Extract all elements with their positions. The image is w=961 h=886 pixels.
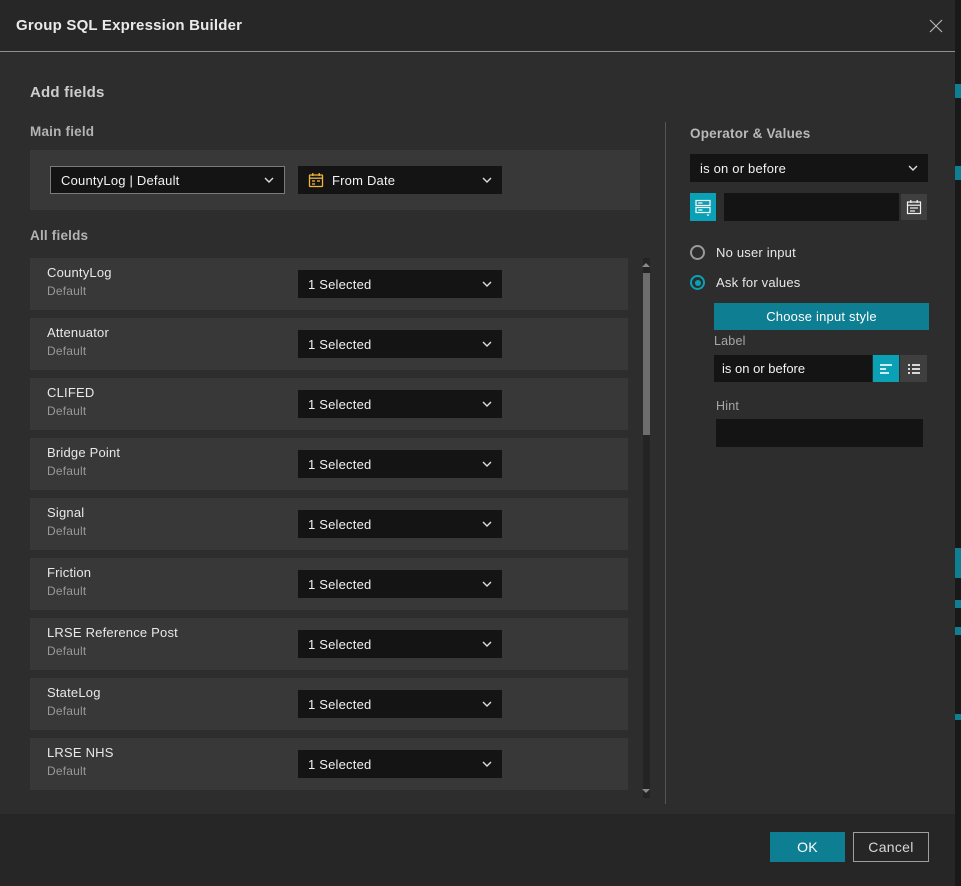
chevron-down-icon <box>482 281 492 287</box>
cancel-button[interactable]: Cancel <box>853 832 929 862</box>
field-selection-value: 1 Selected <box>308 517 476 532</box>
value-date-input[interactable] <box>724 193 899 221</box>
field-type-label: Default <box>47 764 86 778</box>
panel-divider <box>665 122 666 804</box>
operator-select-value: is on or before <box>700 161 902 176</box>
dialog-footer: OK Cancel <box>0 814 961 886</box>
radio-circle[interactable] <box>690 245 705 260</box>
field-selection-value: 1 Selected <box>308 697 476 712</box>
chevron-down-icon <box>482 341 492 347</box>
field-row: LRSE Reference Post Default 1 Selected <box>30 618 628 670</box>
field-selection-dropdown[interactable]: 1 Selected <box>298 450 502 478</box>
operator-values-heading: Operator & Values <box>690 126 810 141</box>
add-fields-heading: Add fields <box>30 84 105 101</box>
operator-select-dropdown[interactable]: is on or before <box>690 154 928 182</box>
field-name: CountyLog <box>47 265 112 280</box>
radio-no-user-input[interactable]: No user input <box>690 245 796 260</box>
field-row: Signal Default 1 Selected <box>30 498 628 550</box>
field-selection-value: 1 Selected <box>308 757 476 772</box>
all-fields-list: CountyLog Default 1 Selected Attenuator … <box>30 258 628 798</box>
field-type-label: Default <box>47 704 86 718</box>
field-selection-dropdown[interactable]: 1 Selected <box>298 690 502 718</box>
hint-field-label: Hint <box>716 399 739 413</box>
main-field-panel: CountyLog | Default From Date <box>30 150 640 210</box>
field-row: LRSE NHS Default 1 Selected <box>30 738 628 790</box>
field-name: LRSE Reference Post <box>47 625 178 640</box>
hint-input[interactable] <box>716 419 923 447</box>
radio-label: No user input <box>716 245 796 260</box>
field-name: Signal <box>47 505 84 520</box>
scrollbar-down-arrow[interactable] <box>642 789 650 793</box>
ok-button[interactable]: OK <box>770 832 845 862</box>
chevron-down-icon <box>482 461 492 467</box>
dialog-title: Group SQL Expression Builder <box>16 0 242 52</box>
field-type-label: Default <box>47 404 86 418</box>
field-selection-value: 1 Selected <box>308 277 476 292</box>
dialog-titlebar: Group SQL Expression Builder <box>0 0 961 52</box>
field-name: Attenuator <box>47 325 109 340</box>
all-fields-heading: All fields <box>30 228 88 243</box>
field-type-label: Default <box>47 464 86 478</box>
close-icon[interactable] <box>927 17 945 35</box>
field-type-label: Default <box>47 524 86 538</box>
field-selection-dropdown[interactable]: 1 Selected <box>298 330 502 358</box>
field-selection-dropdown[interactable]: 1 Selected <box>298 750 502 778</box>
chevron-down-icon <box>482 701 492 707</box>
field-type-label: Default <box>47 584 86 598</box>
radio-ask-for-values[interactable]: Ask for values <box>690 275 800 290</box>
field-type-label: Default <box>47 644 86 658</box>
chevron-down-icon <box>482 177 492 183</box>
list-style-icon[interactable] <box>900 355 927 382</box>
chevron-down-icon <box>482 521 492 527</box>
chevron-down-icon <box>482 641 492 647</box>
field-type-label: Default <box>47 344 86 358</box>
radio-label: Ask for values <box>716 275 800 290</box>
input-type-icon[interactable] <box>690 193 716 221</box>
calendar-icon[interactable] <box>901 194 927 220</box>
field-name: StateLog <box>47 685 101 700</box>
field-selection-value: 1 Selected <box>308 397 476 412</box>
field-selection-value: 1 Selected <box>308 337 476 352</box>
background-app-edge <box>955 0 961 886</box>
radio-circle[interactable] <box>690 275 705 290</box>
field-selection-dropdown[interactable]: 1 Selected <box>298 570 502 598</box>
calendar-icon <box>308 172 324 188</box>
field-row: StateLog Default 1 Selected <box>30 678 628 730</box>
field-selection-value: 1 Selected <box>308 577 476 592</box>
choose-input-style-button[interactable]: Choose input style <box>714 303 929 330</box>
field-name: Friction <box>47 565 91 580</box>
field-name: Bridge Point <box>47 445 120 460</box>
field-selection-dropdown[interactable]: 1 Selected <box>298 270 502 298</box>
chevron-down-icon <box>482 761 492 767</box>
field-row: Bridge Point Default 1 Selected <box>30 438 628 490</box>
chevron-down-icon <box>908 165 918 171</box>
main-field-select-value: From Date <box>332 173 476 188</box>
main-field-heading: Main field <box>30 124 94 139</box>
field-type-label: Default <box>47 284 86 298</box>
field-row: Attenuator Default 1 Selected <box>30 318 628 370</box>
field-selection-dropdown[interactable]: 1 Selected <box>298 630 502 658</box>
align-left-style-icon[interactable] <box>873 355 899 382</box>
field-name: CLIFED <box>47 385 94 400</box>
scrollbar-up-arrow[interactable] <box>642 263 650 267</box>
field-row: Friction Default 1 Selected <box>30 558 628 610</box>
field-selection-dropdown[interactable]: 1 Selected <box>298 390 502 418</box>
layer-select-value: CountyLog | Default <box>61 173 258 188</box>
field-selection-value: 1 Selected <box>308 457 476 472</box>
layer-select-dropdown[interactable]: CountyLog | Default <box>50 166 285 194</box>
chevron-down-icon <box>482 401 492 407</box>
list-scrollbar-thumb[interactable] <box>643 273 650 435</box>
group-sql-expression-builder-dialog: Group SQL Expression Builder Add fields … <box>0 0 961 886</box>
label-input[interactable] <box>714 355 872 382</box>
chevron-down-icon <box>264 177 274 183</box>
field-selection-dropdown[interactable]: 1 Selected <box>298 510 502 538</box>
field-row: CountyLog Default 1 Selected <box>30 258 628 310</box>
field-row: CLIFED Default 1 Selected <box>30 378 628 430</box>
field-selection-value: 1 Selected <box>308 637 476 652</box>
chevron-down-icon <box>482 581 492 587</box>
main-field-select-dropdown[interactable]: From Date <box>298 166 502 194</box>
label-field-label: Label <box>714 334 746 348</box>
field-name: LRSE NHS <box>47 745 114 760</box>
